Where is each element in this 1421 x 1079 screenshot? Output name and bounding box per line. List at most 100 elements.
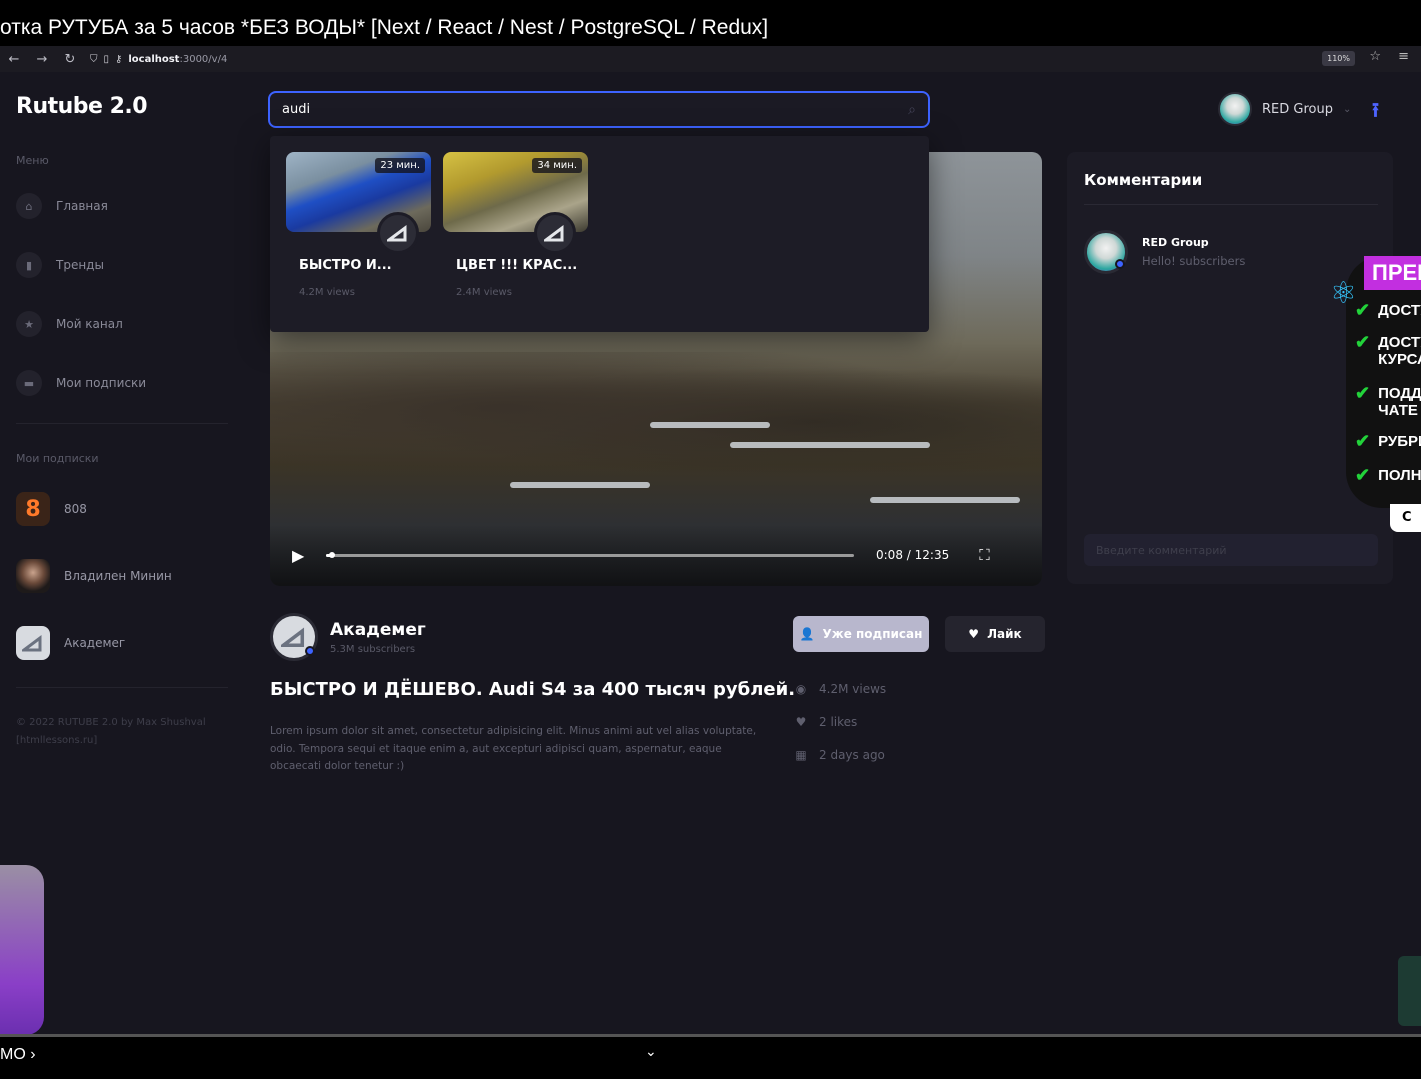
fullscreen-icon[interactable]: ⛶ [979, 546, 990, 564]
views-count: 4.2M views [819, 682, 887, 696]
url-host: localhost [128, 53, 180, 65]
chart-icon: ▮ [16, 252, 42, 278]
sidebar-item-label: Тренды [56, 258, 104, 272]
sidebar-footer: © 2022 RUTUBE 2.0 by Max Shushval [htmll… [16, 717, 206, 746]
forward-icon[interactable]: → [28, 46, 56, 72]
menu-section-label: Меню [16, 154, 49, 167]
sidebar-item-label: Мои подписки [56, 376, 147, 390]
sidebar-item-label: Главная [56, 199, 108, 213]
akademeg-logo-icon [22, 635, 42, 652]
search-box[interactable]: ⌕ [268, 91, 930, 128]
video-overlay-card[interactable] [0, 865, 44, 1035]
sidebar-item-my-channel[interactable]: ★ Мой канал [16, 310, 123, 338]
play-icon[interactable]: ▶ [292, 546, 312, 565]
result-views: 2.4M views [456, 287, 512, 298]
channel-avatar: 8 [16, 492, 50, 526]
shield-icon: ⛉ [90, 53, 98, 65]
channel-name[interactable]: Академег [330, 620, 426, 640]
browser-toolbar: ← → ↻ ⛉ ▯ ⚷ localhost:3000/v/4 110% ☆ ≡ [0, 46, 1421, 72]
time-display: 0:08 / 12:35 [876, 548, 949, 562]
like-label: Лайк [987, 627, 1022, 641]
channel-avatar[interactable] [270, 613, 318, 661]
bookmark-star-icon[interactable]: ☆ [1369, 49, 1381, 64]
eye-icon: ◉ [795, 682, 807, 696]
current-time: 0:08 [876, 548, 903, 562]
channel-avatar [16, 559, 50, 593]
reload-icon[interactable]: ↻ [56, 46, 84, 72]
search-result[interactable]: 23 мин. БЫСТРО И... 4.2M views [286, 152, 431, 298]
sidebar-item-trends[interactable]: ▮ Тренды [16, 251, 104, 279]
akademeg-logo-icon [544, 225, 564, 242]
likes-count: 2 likes [819, 715, 858, 729]
search-input[interactable] [282, 102, 909, 117]
calendar-icon: ▦ [795, 748, 807, 762]
promo-item: ✔ ДОСТУ КУРСА [1355, 333, 1421, 368]
channel-badge [534, 212, 576, 254]
result-title: БЫСТРО И... [299, 258, 392, 273]
date-stat: ▦ 2 days ago [793, 748, 885, 762]
search-result[interactable]: 34 мин. ЦВЕТ !!! КРАС... 2.4M views [443, 152, 588, 298]
promo-item: ✔ ДОСТУ [1355, 300, 1421, 320]
avatar[interactable] [1084, 230, 1128, 274]
search-icon[interactable]: ⌕ [908, 102, 916, 118]
comment-author[interactable]: RED Group [1142, 236, 1245, 249]
address-bar[interactable]: ⛉ ▯ ⚷ localhost:3000/v/4 [90, 54, 227, 65]
user-menu[interactable]: RED Group ⌄ [1218, 92, 1351, 126]
promo-item: ✔ ПОДДЕ ЧАТЕ [1355, 383, 1421, 419]
promo-item-text: ПОДДЕ ЧАТЕ [1378, 385, 1421, 419]
subscription-item[interactable]: Академег [16, 625, 125, 661]
subscriptions-section-label: Мои подписки [16, 452, 99, 465]
total-time: 12:35 [914, 548, 950, 562]
sidebar-divider [16, 423, 228, 424]
video-overlay-title: отка РУТУБА за 5 часов *БЕЗ ВОДЫ* [Next … [0, 10, 1421, 46]
sidebar-item-subscriptions[interactable]: ▬ Мои подписки [16, 369, 146, 397]
promo-item-text: ДОСТУ КУРСА [1378, 334, 1421, 368]
comments-divider [1084, 204, 1378, 205]
check-icon: ✔ [1355, 300, 1371, 320]
zoom-level[interactable]: 110% [1322, 51, 1355, 66]
promo-tail: С [1390, 504, 1421, 532]
subscription-item[interactable]: 8 808 [16, 491, 87, 527]
overlay-link[interactable]: МО › [0, 1046, 36, 1064]
avatar [1218, 92, 1252, 126]
publish-date: 2 days ago [819, 748, 885, 762]
upload-icon[interactable]: ⭱ [1372, 96, 1379, 130]
user-name: RED Group [1262, 101, 1333, 117]
promo-item: ✔ РУБРИ [1355, 432, 1421, 450]
promo-item-text: ПОЛНЫ [1378, 467, 1421, 484]
folder-icon: ▬ [16, 370, 42, 396]
logo[interactable]: Rutube 2.0 [16, 94, 148, 119]
video-frame-detail [510, 482, 650, 488]
promo-item-text: РУБРИ [1378, 433, 1421, 450]
subscription-item[interactable]: Владилен Минин [16, 558, 172, 594]
promo-item-text: ДОСТУ [1378, 302, 1421, 319]
home-icon: ⌂ [16, 193, 42, 219]
star-icon: ★ [16, 311, 42, 337]
seek-bar[interactable] [326, 551, 854, 558]
akademeg-logo-icon [387, 225, 407, 242]
subscriber-count: 5.3M subscribers [330, 643, 416, 655]
back-icon[interactable]: ← [0, 46, 28, 72]
video-title: БЫСТРО И ДЁШЕВО. Audi S4 за 400 тысяч ру… [270, 679, 796, 700]
duration-badge: 23 мин. [375, 158, 425, 173]
chevron-down-icon: ⌄ [1342, 103, 1352, 115]
heart-icon: ♥ [795, 715, 807, 729]
promo-heading: ПРЕМ [1364, 256, 1421, 290]
sidebar-divider [16, 687, 228, 688]
akademeg-logo-icon [281, 627, 305, 648]
channel-avatar [16, 626, 50, 660]
video-frame-detail [650, 422, 770, 428]
seek-handle[interactable] [328, 551, 335, 558]
comment-input[interactable] [1084, 534, 1378, 566]
user-plus-icon: 👤 [799, 627, 815, 641]
player-controls: ▶ 0:08 / 12:35 ⛶ [270, 524, 1042, 586]
subscribed-button[interactable]: 👤 Уже подписан [793, 616, 929, 652]
chevron-down-icon[interactable]: ⌄ [645, 1044, 657, 1060]
sidebar-item-home[interactable]: ⌂ Главная [16, 192, 108, 220]
check-icon: ✔ [1355, 383, 1371, 403]
hamburger-menu-icon[interactable]: ≡ [1398, 49, 1409, 64]
video-overlay-card[interactable] [1398, 956, 1421, 1026]
like-button[interactable]: ♥ Лайк [945, 616, 1045, 652]
likes-stat: ♥ 2 likes [793, 715, 858, 729]
channel-badge [377, 212, 419, 254]
